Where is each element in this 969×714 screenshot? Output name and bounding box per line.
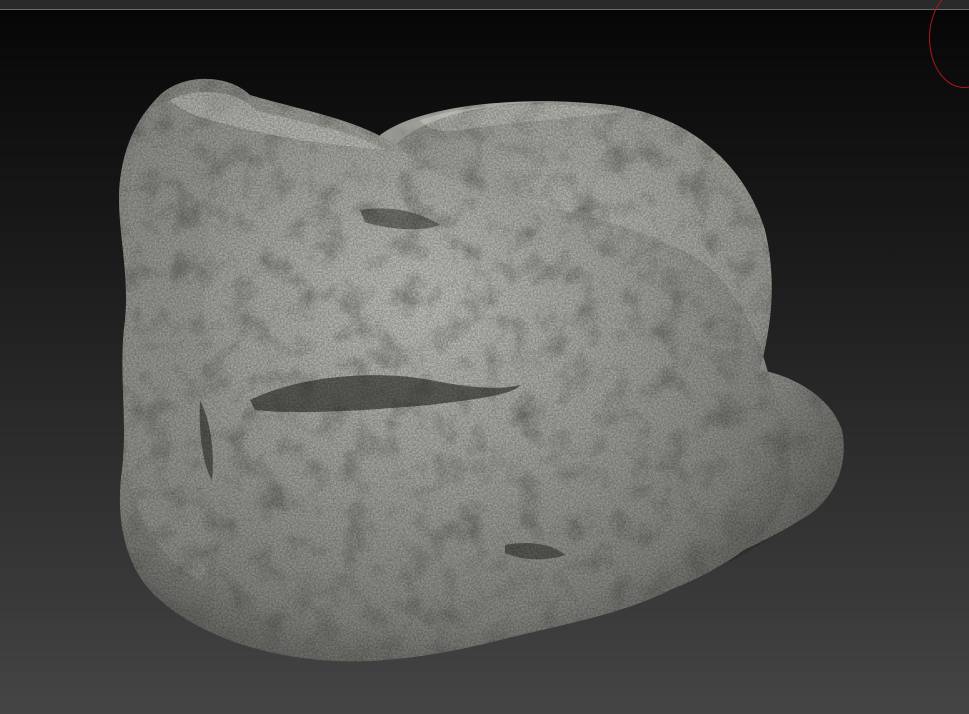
rock-surface-grain <box>118 78 844 662</box>
sculpted-rock-icon[interactable] <box>0 0 969 714</box>
canvas-viewport[interactable] <box>0 0 969 714</box>
